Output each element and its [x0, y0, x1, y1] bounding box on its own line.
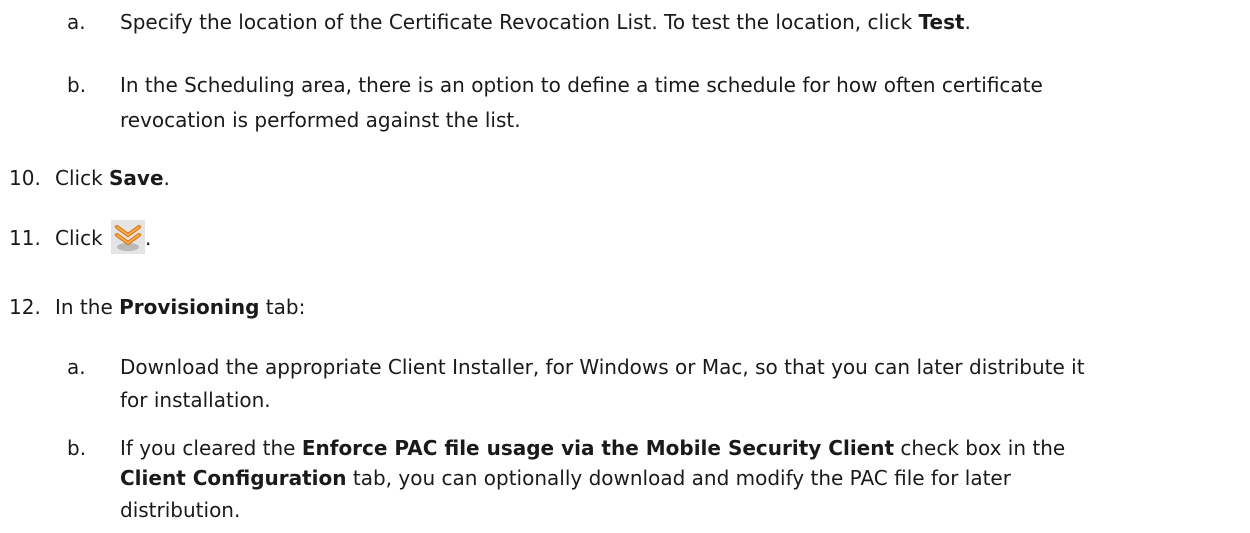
- step-text: Click Save.: [55, 162, 170, 194]
- step-text-line1: In the Scheduling area, there is an opti…: [120, 73, 1043, 97]
- text-part: .: [163, 166, 170, 190]
- step-marker: b.: [67, 436, 87, 460]
- step-number: 10.: [9, 166, 41, 190]
- step-number: 11.: [9, 226, 41, 250]
- text-part: In the: [55, 295, 120, 319]
- step-text: Specify the location of the Certificate …: [120, 6, 971, 38]
- text-part: tab, you can optionally download and mod…: [346, 466, 1011, 490]
- text-part: If you cleared the: [120, 436, 302, 460]
- bold-ui-term: Provisioning: [119, 295, 260, 319]
- step-text: Click .: [55, 219, 152, 254]
- document-page: a. Specify the location of the Certifica…: [0, 0, 1250, 533]
- step-text-line2: Client Configuration tab, you can option…: [120, 462, 1011, 494]
- text-part: Click: [55, 166, 110, 190]
- step-text-line2: for installation.: [120, 388, 271, 412]
- text-part: Specify the location of the Certificate …: [120, 10, 919, 34]
- bold-ui-term: Test: [918, 10, 965, 34]
- step-marker: b.: [67, 73, 87, 97]
- bold-ui-term: Client Configuration: [120, 466, 347, 490]
- step-text-line1: If you cleared the Enforce PAC file usag…: [120, 432, 1065, 464]
- double-chevron-down-icon: [111, 219, 146, 254]
- text-part: .: [964, 10, 971, 34]
- bold-ui-term: Enforce PAC file usage via the Mobile Se…: [301, 436, 895, 460]
- step-text-line2: revocation is performed against the list…: [120, 108, 521, 132]
- step-marker: a.: [67, 10, 86, 34]
- text-part: .: [145, 226, 152, 250]
- step-number: 12.: [9, 295, 41, 319]
- text-part: Click: [55, 226, 110, 250]
- step-text: In the Provisioning tab:: [55, 291, 305, 323]
- step-marker: a.: [67, 355, 86, 379]
- step-text-line1: Download the appropriate Client Installe…: [120, 355, 1085, 379]
- text-part: tab:: [259, 295, 306, 319]
- text-part: check box in the: [894, 436, 1066, 460]
- step-text-line3: distribution.: [120, 498, 241, 522]
- bold-ui-term: Save: [109, 166, 164, 190]
